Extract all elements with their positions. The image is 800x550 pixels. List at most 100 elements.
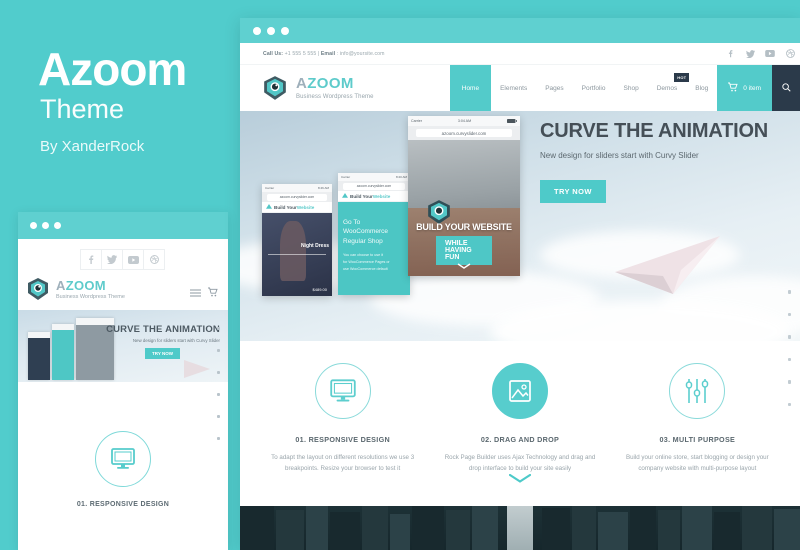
phone-url[interactable]: azoom.curvyslider.com <box>343 182 405 190</box>
logo-letter-a: A <box>296 75 308 93</box>
brand-logo[interactable]: AZOOM Business Wordpress Theme <box>240 65 374 111</box>
window-dot-minimize[interactable] <box>267 26 275 35</box>
phone-mockup-3: Carrier 3:04 AM azoom.curvyslider.com BU… <box>408 116 520 276</box>
phone-time: 8:46 AM <box>317 186 329 190</box>
phone-mockup-2: Carrier 8:20 AM azoom.curvyslider.com Bu… <box>338 173 410 295</box>
slider-dot[interactable] <box>787 380 791 384</box>
phone-product-price: $489.00 <box>312 287 327 292</box>
logo-letters-zoom: ZOOM <box>307 75 354 93</box>
phone-overlay-title: BUILD YOUR WEBSITE <box>416 222 512 232</box>
hero-slider-dots[interactable] <box>787 290 791 425</box>
features-section: 01. RESPONSIVE DESIGN To adapt the layou… <box>240 341 800 475</box>
slider-dot[interactable] <box>217 349 220 352</box>
phone-urlbar: azoom.curvyslider.com <box>338 181 410 191</box>
feature-card-multi-purpose: 03. MULTI PURPOSE Build your online stor… <box>609 363 786 475</box>
email-address[interactable]: : info@yoursite.com <box>337 51 385 57</box>
phone-carrier: Carrier <box>265 186 275 190</box>
youtube-icon[interactable] <box>122 249 144 270</box>
hero-try-now-button[interactable]: TRY NOW <box>540 180 606 203</box>
phone-headline-1: Go To WooCommerce <box>343 219 389 236</box>
phone-body-2: for WooCommerce Pages or <box>343 260 390 265</box>
chevron-down-icon <box>457 256 471 274</box>
mobile-hero-title: CURVE THE ANIMATION <box>106 324 220 335</box>
phone-number[interactable]: +1 555 5 555 <box>285 51 317 57</box>
window-dot-close[interactable] <box>253 26 261 35</box>
phone-statusbar: Carrier 3:04 AM <box>408 116 520 126</box>
facebook-icon[interactable] <box>80 249 102 270</box>
window-dot-maximize[interactable] <box>54 222 61 229</box>
window-dot-minimize[interactable] <box>42 222 49 229</box>
twitter-icon[interactable] <box>101 249 123 270</box>
window-dot-close[interactable] <box>30 222 37 229</box>
phone-nav-prefix: Build Your <box>274 204 297 210</box>
phone-carrier: Carrier <box>411 119 422 123</box>
phone-urlbar: azoom.curvyslider.com <box>262 192 332 202</box>
slider-dot[interactable] <box>787 402 791 406</box>
feature-description: Build your online store, start blogging … <box>625 454 769 472</box>
cart-icon <box>728 82 738 94</box>
phone-nav-accent: Website <box>372 193 391 199</box>
twitter-icon[interactable] <box>740 43 760 65</box>
feature-description: To adapt the layout on different resolut… <box>271 454 415 472</box>
mobile-header-actions <box>190 278 218 300</box>
phone-product-image: Night Dress $489.00 <box>262 213 332 296</box>
mobile-mini-phone-1 <box>28 332 50 380</box>
slider-dot[interactable] <box>787 357 791 361</box>
facebook-icon[interactable] <box>720 43 740 65</box>
site-navbar: AZOOM Business Wordpress Theme Home Elem… <box>240 65 800 111</box>
slider-dot[interactable] <box>787 290 791 294</box>
nav-item-demos-label: Demos <box>656 84 678 92</box>
nav-item-portfolio[interactable]: Portfolio <box>573 65 615 111</box>
search-button[interactable] <box>772 65 800 111</box>
cart-button[interactable]: 0 item <box>717 65 772 111</box>
mobile-hero: CURVE THE ANIMATION New design for slide… <box>18 310 228 382</box>
mobile-hero-button[interactable]: TRY NOW <box>145 348 180 359</box>
hero-copy: CURVE THE ANIMATION New design for slide… <box>540 121 790 203</box>
hamburger-icon[interactable] <box>190 288 201 300</box>
feature-title: 03. MULTI PURPOSE <box>659 435 736 444</box>
phone-statusbar: Carrier 8:20 AM <box>338 173 410 181</box>
logo-letter-a: A <box>56 277 66 293</box>
phone-url[interactable]: azoom.curvyslider.com <box>415 129 513 137</box>
phone-headline-2: Regular Shop <box>343 237 383 245</box>
window-dot-maximize[interactable] <box>281 26 289 35</box>
phone-statusbar: Carrier 8:46 AM <box>262 184 332 192</box>
mobile-social-links <box>18 249 228 270</box>
slider-dot[interactable] <box>217 415 220 418</box>
promo-title: Azoom <box>38 43 187 95</box>
nav-item-demos[interactable]: Demos HOT <box>648 65 690 111</box>
brand-text: AZOOM Business Wordpress Theme <box>296 76 374 100</box>
battery-icon <box>506 118 517 124</box>
youtube-icon[interactable] <box>760 43 780 65</box>
mobile-hero-subtitle: New design for sliders start with Curvy … <box>132 338 220 343</box>
phone-carrier: Carrier <box>341 175 351 179</box>
promo-subtitle: Theme <box>40 94 125 124</box>
phone-body-3: use WooCommerce default <box>343 267 388 272</box>
slider-dot[interactable] <box>787 312 791 316</box>
phone-url[interactable]: azoom.curvyslider.com <box>266 193 328 201</box>
logo-letters-zoom: ZOOM <box>65 277 106 293</box>
slider-dot[interactable] <box>217 371 220 374</box>
nav-item-shop[interactable]: Shop <box>615 65 648 111</box>
scroll-down-indicator[interactable] <box>508 470 532 488</box>
hero-slider: Carrier 8:46 AM azoom.curvyslider.com Bu… <box>240 111 800 341</box>
cart-count-label: 0 item <box>743 84 761 92</box>
topbar-social-links <box>720 43 800 64</box>
slider-dot[interactable] <box>787 335 791 339</box>
nav-item-blog[interactable]: Blog <box>686 65 717 111</box>
nav-item-home[interactable]: Home <box>449 65 492 111</box>
azoom-logo-icon <box>26 277 50 301</box>
nav-item-pages[interactable]: Pages <box>536 65 572 111</box>
phone-sitenav: Build Your Website <box>262 202 332 213</box>
slider-dot[interactable] <box>217 327 220 330</box>
slider-dot[interactable] <box>217 393 220 396</box>
mobile-titlebar <box>18 212 228 239</box>
phone-woocommerce-panel: Go To WooCommerce Regular Shop You can c… <box>338 202 410 295</box>
dribbble-icon[interactable] <box>143 249 165 270</box>
dribbble-icon[interactable] <box>780 43 800 65</box>
phone-time: 8:20 AM <box>395 175 407 179</box>
mobile-header: AZOOM Business Wordpress Theme <box>18 270 228 301</box>
phone-product-title: Night Dress <box>300 243 329 249</box>
nav-item-elements[interactable]: Elements <box>491 65 536 111</box>
cart-icon[interactable] <box>208 287 218 300</box>
